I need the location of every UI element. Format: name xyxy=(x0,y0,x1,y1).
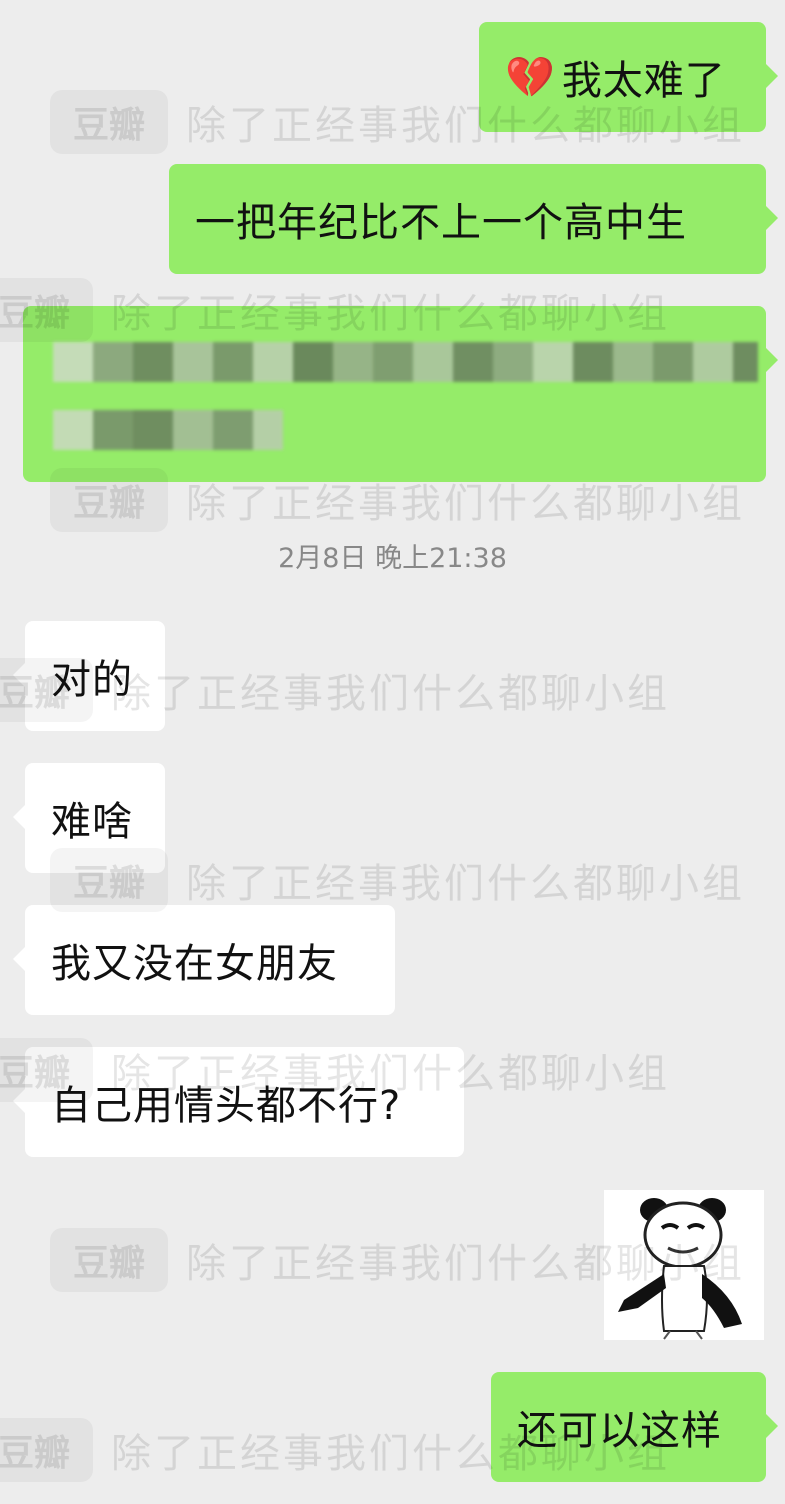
redacted-text-line xyxy=(53,410,283,450)
message-bubble-received[interactable]: 我又没在女朋友 xyxy=(13,905,395,1015)
message-text: 还可以这样 xyxy=(517,1408,722,1454)
panda-sticker-icon xyxy=(618,1198,742,1340)
message-text: 对的 xyxy=(51,657,133,703)
redacted-text-line xyxy=(53,342,758,382)
broken-heart-icon: 💔 xyxy=(505,54,556,101)
message-bubble-sent[interactable]: 还可以这样 xyxy=(491,1372,778,1482)
message-text: 自己用情头都不行? xyxy=(51,1083,402,1129)
douban-logo: 豆瓣 xyxy=(50,90,168,154)
panda-meme-sticker[interactable] xyxy=(604,1190,764,1340)
message-timestamp: 2月8日 晚上21:38 xyxy=(278,543,507,574)
douban-logo: 豆瓣 xyxy=(50,1228,168,1292)
message-text: 我又没在女朋友 xyxy=(51,941,338,987)
watermark-text: 除了正经事我们什么都聊小组 xyxy=(111,671,670,717)
message-bubble-received[interactable]: 难啥 xyxy=(13,763,165,873)
message-text: 我太难了 xyxy=(561,58,726,104)
message-bubble-sent[interactable]: 💔 我太难了 xyxy=(479,22,778,132)
message-bubble-sent-redacted[interactable] xyxy=(23,306,778,482)
douban-logo: 豆瓣 xyxy=(0,1418,93,1482)
message-bubble-received[interactable]: 自己用情头都不行? xyxy=(13,1047,464,1157)
message-bubble-sent[interactable]: 一把年纪比不上一个高中生 xyxy=(169,164,778,274)
message-text: 一把年纪比不上一个高中生 xyxy=(195,200,687,246)
watermark-text: 除了正经事我们什么都聊小组 xyxy=(186,861,745,907)
message-bubble-received[interactable]: 对的 xyxy=(13,621,165,731)
message-text: 难啥 xyxy=(51,799,133,845)
